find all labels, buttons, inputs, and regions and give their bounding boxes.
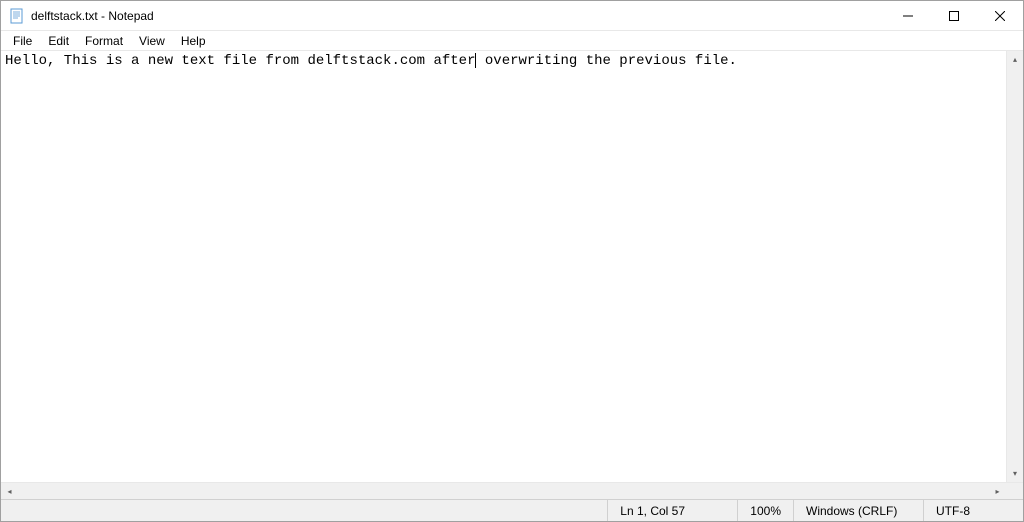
menubar: File Edit Format View Help	[1, 31, 1023, 51]
scroll-up-arrow-icon[interactable]: ▴	[1007, 51, 1023, 68]
menu-view[interactable]: View	[131, 32, 173, 50]
menu-file[interactable]: File	[5, 32, 40, 50]
text-editor[interactable]: Hello, This is a new text file from delf…	[1, 51, 1006, 482]
scroll-track-vertical[interactable]	[1007, 68, 1023, 465]
maximize-button[interactable]	[931, 1, 977, 30]
menu-help[interactable]: Help	[173, 32, 214, 50]
status-spacer	[1, 500, 607, 521]
statusbar: Ln 1, Col 57 100% Windows (CRLF) UTF-8	[1, 499, 1023, 521]
text-after-cursor: overwriting the previous file.	[476, 53, 736, 69]
status-zoom: 100%	[737, 500, 793, 521]
close-button[interactable]	[977, 1, 1023, 30]
window-title: delftstack.txt - Notepad	[31, 9, 885, 23]
vertical-scrollbar[interactable]: ▴ ▾	[1006, 51, 1023, 482]
horizontal-scrollbar-container: ◂ ▸	[1, 482, 1023, 499]
status-encoding: UTF-8	[923, 500, 1023, 521]
scroll-left-arrow-icon[interactable]: ◂	[1, 483, 18, 499]
titlebar: delftstack.txt - Notepad	[1, 1, 1023, 31]
scroll-right-arrow-icon[interactable]: ▸	[989, 483, 1006, 499]
menu-edit[interactable]: Edit	[40, 32, 77, 50]
notepad-icon	[9, 8, 25, 24]
text-before-cursor: Hello, This is a new text file from delf…	[5, 53, 475, 69]
window-controls	[885, 1, 1023, 30]
scroll-corner	[1006, 483, 1023, 500]
minimize-button[interactable]	[885, 1, 931, 30]
menu-format[interactable]: Format	[77, 32, 131, 50]
scroll-down-arrow-icon[interactable]: ▾	[1007, 465, 1023, 482]
editor-area: Hello, This is a new text file from delf…	[1, 51, 1023, 482]
status-line-ending: Windows (CRLF)	[793, 500, 923, 521]
status-cursor-position: Ln 1, Col 57	[607, 500, 737, 521]
scroll-track-horizontal[interactable]	[18, 483, 989, 499]
horizontal-scrollbar[interactable]: ◂ ▸	[1, 483, 1006, 499]
